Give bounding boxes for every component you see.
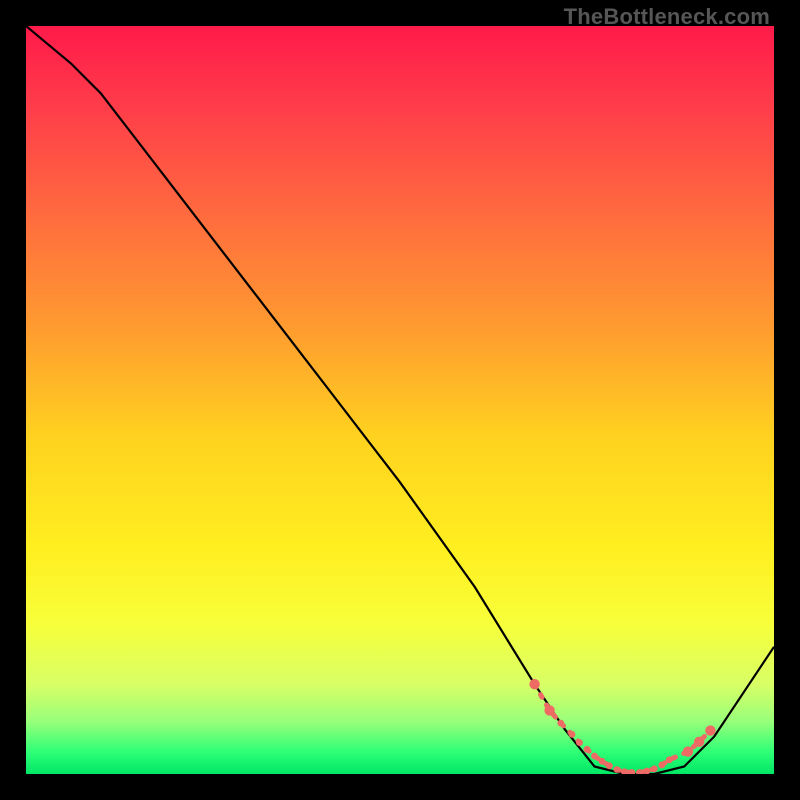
trough-dot — [584, 746, 591, 753]
trough-dot — [614, 766, 621, 773]
watermark-text: TheBottleneck.com — [564, 4, 770, 30]
chart-svg — [26, 26, 774, 774]
trough-dot — [666, 756, 673, 763]
trough-dot — [544, 705, 554, 715]
trough-dot — [651, 765, 658, 772]
trough-dot — [557, 720, 564, 727]
trough-dot — [683, 746, 693, 756]
trough-dot — [694, 737, 704, 747]
gradient-background — [26, 26, 774, 774]
trough-dot — [606, 762, 613, 769]
trough-dot — [576, 739, 583, 746]
trough-dot — [705, 725, 715, 735]
trough-dot — [591, 753, 598, 760]
trough-dot — [658, 762, 665, 769]
trough-dot — [599, 758, 606, 765]
trough-dot — [569, 731, 576, 738]
chart-frame — [26, 26, 774, 774]
trough-dot — [529, 679, 539, 689]
